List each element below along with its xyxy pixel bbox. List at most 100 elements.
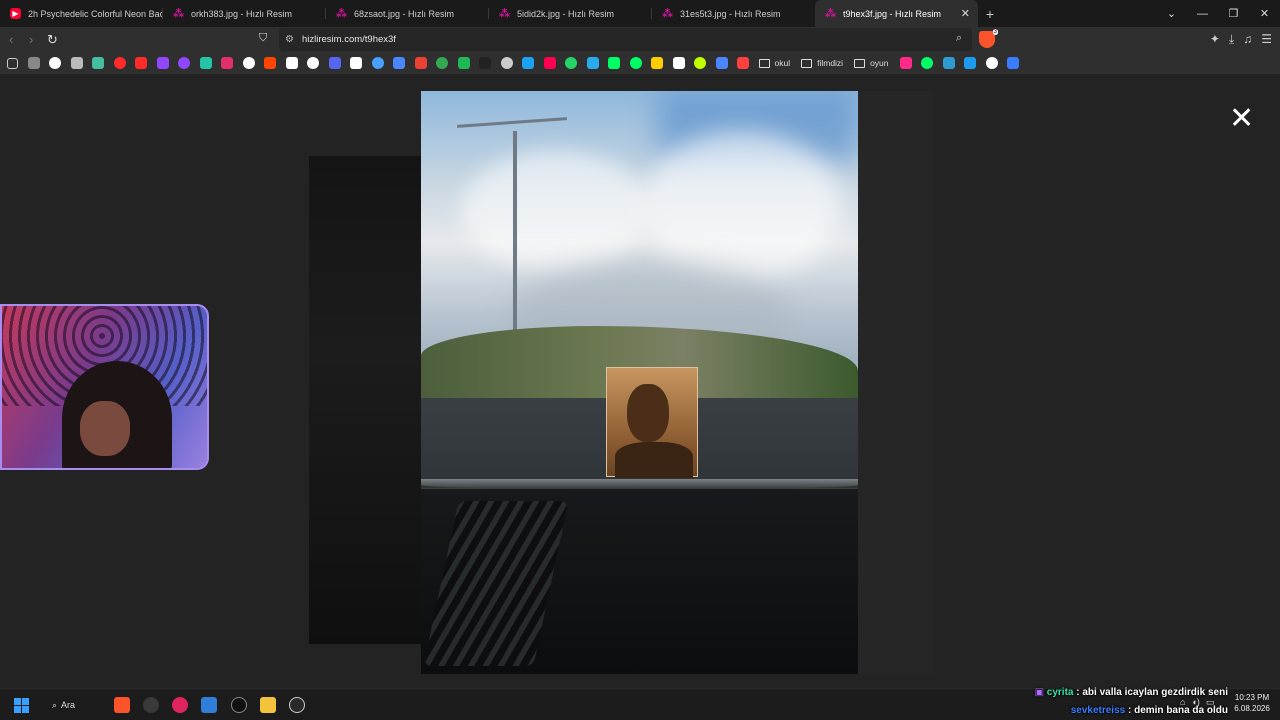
- photo-portrait-card: [606, 367, 698, 478]
- bookmark-icon[interactable]: [457, 57, 470, 69]
- battery-icon[interactable]: ▭: [1206, 697, 1215, 708]
- tab-title: 31es5t3.jpg - Hızlı Resim: [680, 8, 781, 19]
- bookmark-icon[interactable]: [436, 57, 448, 69]
- bookmark-icon[interactable]: [328, 57, 341, 69]
- folder-label: oyun: [870, 58, 889, 68]
- portrait-body: [615, 442, 693, 478]
- hizliresim-icon: ⁂: [498, 8, 511, 20]
- search-label: Ara: [61, 700, 76, 710]
- bookmark-icon[interactable]: [393, 57, 405, 69]
- tab-orkh383[interactable]: ⁂ orkh383.jpg - Hızlı Resim: [163, 0, 326, 27]
- next-image-area[interactable]: [858, 91, 935, 674]
- zoom-icon[interactable]: ⌕: [956, 32, 962, 45]
- file-explorer-taskbar-icon[interactable]: [260, 697, 276, 713]
- bookmark-icon[interactable]: [1007, 57, 1020, 69]
- app-taskbar-icon[interactable]: [143, 697, 159, 713]
- bookmark-icon[interactable]: [242, 57, 255, 69]
- bookmark-icon[interactable]: [737, 57, 749, 69]
- taskbar-search[interactable]: ⌕ Ara: [52, 696, 102, 714]
- back-icon[interactable]: ‹: [9, 32, 13, 47]
- close-window-icon[interactable]: ✕: [1249, 7, 1280, 20]
- chat-username: cyrita: [1046, 687, 1074, 698]
- bookmark-icon[interactable]: [371, 57, 384, 69]
- bookmark-icon[interactable]: [608, 57, 620, 69]
- media-icon[interactable]: ♫: [1243, 32, 1252, 47]
- apps-icon[interactable]: [7, 57, 18, 69]
- bookmark-icon[interactable]: [479, 57, 491, 69]
- close-viewer-icon[interactable]: ✕: [1229, 104, 1254, 134]
- clock-time: 10:23 PM: [1234, 693, 1270, 702]
- address-bar[interactable]: ⚙ hizliresim.com/t9hex3f ⌕: [279, 28, 972, 51]
- bookmark-icon[interactable]: [672, 57, 685, 69]
- tab-31es5t3[interactable]: ⁂ 31es5t3.jpg - Hızlı Resim: [652, 0, 815, 27]
- bookmark-icon[interactable]: [694, 57, 706, 69]
- bookmark-icon[interactable]: [964, 57, 977, 69]
- reload-icon[interactable]: ↻: [47, 32, 58, 48]
- window-controls: ⌄ — ❐ ✕: [1156, 0, 1280, 27]
- bookmark-icon[interactable]: [651, 57, 663, 69]
- brave-taskbar-icon[interactable]: [114, 697, 130, 713]
- bookmark-icon[interactable]: ⛉: [259, 32, 267, 45]
- volume-icon[interactable]: ◖): [1191, 697, 1199, 708]
- minimize-icon[interactable]: —: [1187, 8, 1218, 20]
- photo-cloud: [641, 131, 841, 281]
- media-player-taskbar-icon[interactable]: [172, 697, 188, 713]
- bookmark-icon[interactable]: [307, 57, 319, 69]
- forward-icon[interactable]: ›: [29, 32, 33, 47]
- bookmark-icon[interactable]: [985, 57, 998, 69]
- bookmark-icon[interactable]: [221, 57, 233, 69]
- extensions-icon[interactable]: ✦: [1210, 32, 1220, 47]
- tab-youtube[interactable]: ▶ 2h Psychedelic Colorful Neon Backgr: [0, 0, 163, 27]
- tab-68zsaot[interactable]: ⁂ 68zsaot.jpg - Hızlı Resim: [326, 0, 489, 27]
- bookmark-icon[interactable]: [522, 57, 534, 69]
- previous-image-preview[interactable]: [309, 156, 422, 644]
- network-icon[interactable]: ⌂: [1180, 697, 1185, 708]
- bookmark-icon[interactable]: [199, 57, 212, 69]
- restore-icon[interactable]: ❐: [1218, 7, 1249, 20]
- bookmark-icon[interactable]: [586, 57, 599, 69]
- bookmark-icon[interactable]: [285, 57, 298, 69]
- bookmark-icon[interactable]: [565, 57, 577, 69]
- photos-taskbar-icon[interactable]: [201, 697, 217, 713]
- bookmark-icon[interactable]: [942, 57, 955, 69]
- tab-close-icon[interactable]: ✕: [961, 7, 970, 20]
- site-info-icon[interactable]: ⚙: [285, 34, 294, 45]
- taskbar-clock[interactable]: 10:23 PM 6.08.2026: [1229, 692, 1275, 714]
- toolbar-actions: ✦ ⤓ ♫ ☰: [1210, 32, 1272, 47]
- bookmark-icon[interactable]: [70, 57, 83, 69]
- bookmark-folder-okul[interactable]: okul: [758, 58, 791, 68]
- start-icon[interactable]: [14, 698, 29, 713]
- bookmark-icon[interactable]: [414, 57, 427, 69]
- tab-title: 68zsaot.jpg - Hızlı Resim: [354, 8, 455, 19]
- download-icon[interactable]: ⤓: [1229, 32, 1234, 47]
- bookmark-icon[interactable]: [921, 57, 934, 69]
- brave-shield-icon[interactable]: 3: [979, 29, 998, 48]
- new-tab-button[interactable]: +: [980, 6, 1000, 22]
- bookmark-folder-oyun[interactable]: oyun: [854, 58, 889, 68]
- bookmark-icon[interactable]: [543, 57, 556, 69]
- webcam-overlay: [0, 304, 209, 470]
- bookmark-folder-filmdizi[interactable]: filmdizi: [801, 58, 843, 68]
- tab-strip: ▶ 2h Psychedelic Colorful Neon Backgr ⁂ …: [0, 0, 1280, 27]
- bookmark-icon[interactable]: [113, 57, 126, 69]
- obs-taskbar-icon[interactable]: [289, 697, 305, 713]
- bookmark-icon[interactable]: [899, 57, 912, 69]
- tab-5idid2k[interactable]: ⁂ 5idid2k.jpg - Hızlı Resim: [489, 0, 652, 27]
- bookmark-icon[interactable]: [92, 57, 104, 69]
- bookmark-icon[interactable]: [350, 57, 362, 69]
- bookmark-icon[interactable]: [715, 57, 728, 69]
- folder-label: okul: [774, 58, 791, 68]
- app-taskbar-icon[interactable]: [231, 697, 247, 713]
- bookmark-icon[interactable]: [27, 57, 40, 69]
- bookmark-icon[interactable]: [156, 57, 169, 69]
- bookmark-icon[interactable]: [135, 57, 147, 69]
- bookmark-icon[interactable]: [500, 57, 513, 69]
- tab-t9hex3f[interactable]: ⁂ t9hex3f.jpg - Hızlı Resim ✕: [815, 0, 978, 27]
- bookmark-icon[interactable]: [629, 57, 642, 69]
- bookmark-icon[interactable]: [49, 57, 61, 69]
- tab-search-icon[interactable]: ⌄: [1156, 7, 1187, 20]
- folder-icon: [854, 58, 866, 68]
- bookmark-icon[interactable]: [178, 57, 190, 69]
- bookmark-icon[interactable]: [264, 57, 276, 69]
- menu-icon[interactable]: ☰: [1261, 32, 1272, 47]
